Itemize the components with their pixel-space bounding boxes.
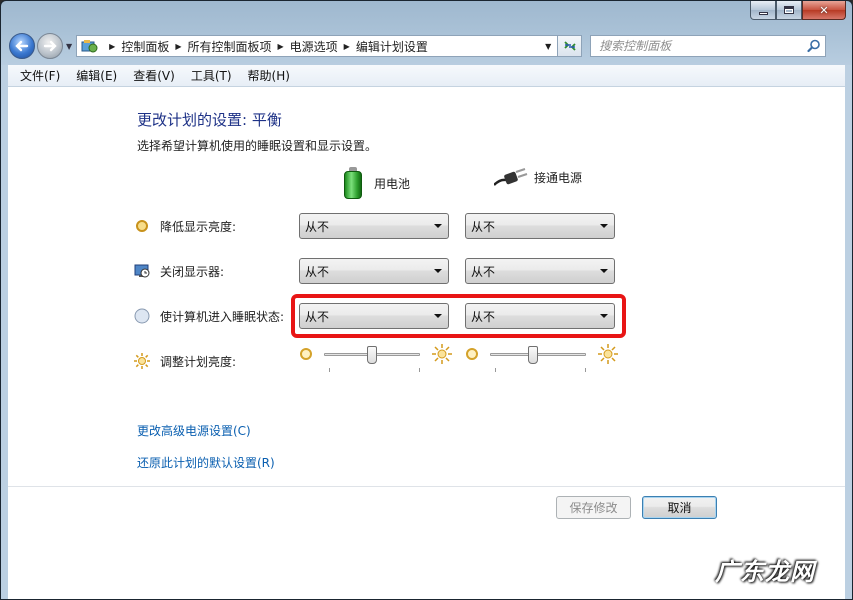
- sleep-setting-highlight: [291, 294, 626, 338]
- cancel-button[interactable]: 取消: [642, 496, 717, 519]
- dim-sun-icon: [466, 348, 478, 360]
- watermark-text: 广东龙网: [715, 557, 815, 586]
- slider-tick: [585, 368, 586, 372]
- slider-thumb[interactable]: [367, 346, 377, 364]
- navigation-bar: ▼ ▶ 控制面板 ▶ 所有控制面板项 ▶ 电源选项 ▶ 编辑计划设置 ▼: [9, 32, 844, 60]
- sleep-moon-icon: [134, 308, 150, 324]
- chevron-down-icon: [434, 269, 442, 273]
- breadcrumb-separator-icon: ▶: [109, 41, 116, 51]
- bright-sun-icon: [598, 344, 618, 364]
- slider-tick: [495, 368, 496, 372]
- breadcrumb-all-items[interactable]: 所有控制面板项: [187, 38, 271, 55]
- breadcrumb-separator-icon[interactable]: ▶: [278, 42, 284, 51]
- search-box[interactable]: [590, 35, 827, 57]
- back-arrow-icon: [15, 40, 29, 52]
- power-plug-icon: [493, 167, 528, 187]
- battery-column-label: 用电池: [374, 176, 411, 191]
- dim-sun-icon: [300, 348, 312, 360]
- battery-brightness-slider[interactable]: [300, 342, 460, 372]
- menu-bar: 文件(F) 编辑(E) 查看(V) 工具(T) 帮助(H): [8, 65, 845, 87]
- recent-pages-chevron-icon[interactable]: ▼: [66, 42, 72, 51]
- refresh-button[interactable]: [558, 35, 583, 57]
- plugged-in-column-label: 接通电源: [534, 170, 583, 185]
- breadcrumb-control-panel[interactable]: 控制面板: [121, 38, 169, 55]
- menu-tools[interactable]: 工具(T): [185, 67, 238, 84]
- brightness-sun-icon: [134, 353, 150, 369]
- refresh-icon: [564, 41, 576, 51]
- brightness-row: 调整计划亮度:: [134, 348, 236, 374]
- chevron-down-icon: [600, 269, 608, 273]
- search-input[interactable]: [599, 39, 808, 53]
- address-bar[interactable]: ▶ 控制面板 ▶ 所有控制面板项 ▶ 电源选项 ▶ 编辑计划设置 ▼: [76, 35, 559, 57]
- footer-divider: [8, 486, 845, 487]
- page-title: 更改计划的设置: 平衡: [137, 111, 282, 129]
- maximize-icon: [784, 6, 794, 14]
- forward-button[interactable]: [37, 33, 63, 59]
- bright-sun-icon: [432, 344, 452, 364]
- sleep-row: 使计算机进入睡眠状态:: [134, 303, 284, 329]
- breadcrumb-separator-icon[interactable]: ▶: [344, 42, 350, 51]
- turn-off-display-battery-value: 从不: [305, 264, 330, 279]
- turn-off-display-battery-select[interactable]: 从不: [299, 258, 449, 284]
- address-dropdown-chevron-icon[interactable]: ▼: [539, 36, 557, 56]
- restore-defaults-link[interactable]: 还原此计划的默认设置(R): [137, 454, 275, 471]
- dim-display-row: 降低显示亮度:: [134, 213, 236, 239]
- monitor-clock-icon: [134, 263, 150, 279]
- dim-brightness-icon: [134, 218, 150, 234]
- battery-column-header: 用电池: [344, 167, 410, 199]
- page-subtitle: 选择希望计算机使用的睡眠设置和显示设置。: [137, 139, 378, 153]
- breadcrumb-separator-icon[interactable]: ▶: [175, 42, 181, 51]
- slider-thumb[interactable]: [528, 346, 539, 364]
- menu-file[interactable]: 文件(F): [14, 67, 66, 84]
- search-icon[interactable]: [807, 39, 821, 53]
- caption-buttons: ✕: [750, 1, 846, 20]
- dim-display-battery-select[interactable]: 从不: [299, 213, 449, 239]
- turn-off-display-plugged-value: 从不: [471, 264, 496, 279]
- dim-display-plugged-select[interactable]: 从不: [465, 213, 615, 239]
- back-button[interactable]: [9, 33, 35, 59]
- turn-off-display-row: 关闭显示器:: [134, 258, 224, 284]
- control-panel-icon: [81, 39, 99, 53]
- dim-display-plugged-value: 从不: [471, 219, 496, 234]
- menu-edit[interactable]: 编辑(E): [70, 67, 123, 84]
- content-pane: 更改计划的设置: 平衡 选择希望计算机使用的睡眠设置和显示设置。 用电池 接通电…: [8, 87, 845, 599]
- turn-off-display-plugged-select[interactable]: 从不: [465, 258, 615, 284]
- close-button[interactable]: ✕: [802, 1, 846, 20]
- chevron-down-icon: [434, 224, 442, 228]
- advanced-power-settings-link[interactable]: 更改高级电源设置(C): [137, 422, 251, 439]
- breadcrumb-power-options[interactable]: 电源选项: [290, 38, 338, 55]
- menu-help[interactable]: 帮助(H): [242, 67, 296, 84]
- dim-display-battery-value: 从不: [305, 219, 330, 234]
- dim-display-label: 降低显示亮度:: [160, 219, 237, 234]
- turn-off-display-label: 关闭显示器:: [160, 264, 225, 279]
- plugged-in-column-header: 接通电源: [493, 167, 583, 187]
- menu-view[interactable]: 查看(V): [127, 67, 181, 84]
- brightness-label: 调整计划亮度:: [160, 354, 237, 369]
- slider-tick: [329, 368, 330, 372]
- slider-tick: [419, 368, 420, 372]
- control-panel-window: ✕ ▼ ▶ 控制面板 ▶ 所有控制面板项 ▶ 电源选项 ▶ 编辑计划设置 ▼ 搜…: [0, 0, 853, 600]
- forward-arrow-icon: [43, 40, 57, 52]
- chevron-down-icon: [600, 224, 608, 228]
- close-icon: ✕: [819, 3, 829, 17]
- breadcrumb-edit-plan[interactable]: 编辑计划设置: [356, 38, 428, 55]
- minimize-icon: [758, 12, 768, 15]
- battery-icon: [344, 167, 362, 199]
- maximize-button[interactable]: [776, 1, 802, 20]
- sleep-label: 使计算机进入睡眠状态:: [160, 309, 285, 324]
- plugged-brightness-slider[interactable]: [466, 342, 626, 372]
- save-changes-button[interactable]: 保存修改: [556, 496, 631, 519]
- minimize-button[interactable]: [750, 1, 776, 20]
